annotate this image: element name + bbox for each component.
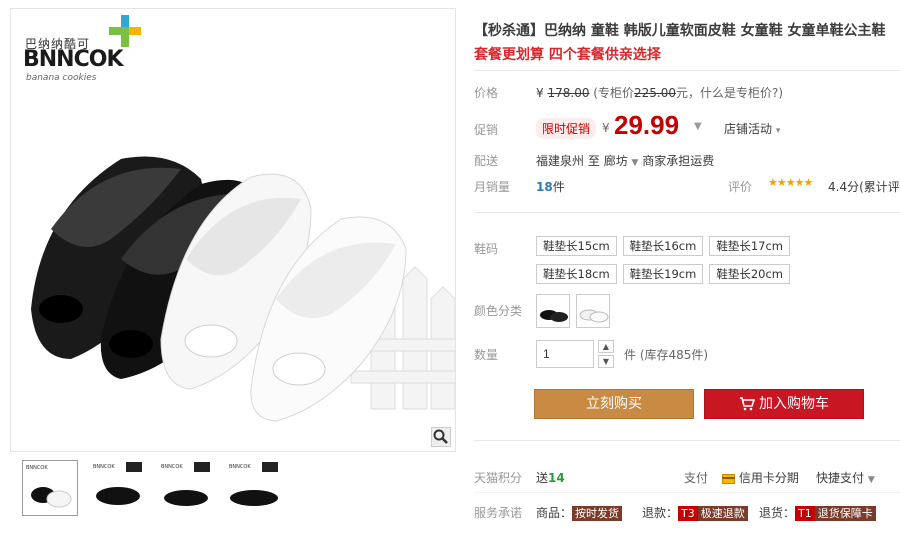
color-label: 颜色分类 [474, 304, 523, 318]
product-main-image[interactable]: 巴纳纳酷可 BNNCOK banana cookies [10, 8, 456, 452]
svg-text:BNNCOK: BNNCOK [93, 464, 115, 470]
color-option-white[interactable] [576, 294, 610, 328]
counter-price-prefix: (专柜价 [593, 86, 634, 100]
points-value: 送14 [536, 471, 565, 485]
review-label: 评价 [728, 180, 753, 194]
product-info-panel: 【秒杀通】巴纳纳 童鞋 韩版儿童软面皮鞋 女童鞋 女童单鞋公主鞋 套餐更划算 四… [474, 0, 900, 535]
divider [474, 212, 900, 213]
size-options: 鞋垫长15cm 鞋垫长16cm 鞋垫长17cm 鞋垫长18cm 鞋垫长19cm … [536, 236, 876, 284]
chevron-down-icon[interactable]: ▼ [632, 158, 639, 168]
zoom-icon[interactable] [431, 427, 451, 447]
buy-now-button[interactable]: 立刻购买 [534, 389, 694, 419]
thumbnail-strip: BNNCOK BNNCOK BNNCOK BNNCOK [22, 460, 282, 516]
divider [474, 70, 900, 71]
size-option[interactable]: 鞋垫长15cm [536, 236, 617, 256]
points-label: 天猫积分 [474, 471, 523, 485]
price-label: 价格 [474, 86, 499, 100]
color-options [536, 294, 610, 328]
counter-price-help[interactable]: 元，什么是专柜价 [676, 86, 772, 100]
thumbnail-3[interactable]: BNNCOK [158, 460, 214, 516]
size-option[interactable]: 鞋垫长19cm [622, 264, 704, 284]
chevron-down-icon: ▾ [775, 126, 781, 136]
currency-symbol: ¥ [602, 121, 610, 135]
promo-label: 促销 [474, 123, 499, 137]
current-price: 29.99 [614, 110, 680, 140]
divider [474, 492, 900, 493]
add-to-cart-button[interactable]: 加入购物车 [704, 389, 864, 419]
brand-logo-text: BNNCOK [23, 47, 123, 72]
brand-logo-icon [109, 15, 141, 47]
size-option[interactable]: 鞋垫长17cm [709, 236, 791, 256]
counter-price-value: 225.00 [633, 86, 676, 100]
chevron-down-icon[interactable]: ▼ [694, 121, 702, 132]
sales-label: 月销量 [474, 180, 511, 194]
original-price-value: 178.00 [547, 86, 590, 100]
ship-from: 福建泉州 [536, 154, 585, 168]
divider [474, 440, 900, 441]
thumbnail-4[interactable]: BNNCOK [226, 460, 282, 516]
svg-text:BNNCOK: BNNCOK [161, 464, 183, 470]
shipping-fee: 商家承担运费 [642, 154, 715, 168]
svg-text:BNNCOK: BNNCOK [26, 465, 48, 471]
monthly-sales: 18件 [536, 180, 565, 194]
payment-label: 支付 [684, 471, 709, 485]
product-subtitle: 套餐更划算 四个套餐供亲选择 [474, 47, 661, 63]
service-item-refund[interactable]: 退款： T3 极速退款 [642, 504, 748, 521]
shipping-info: 福建泉州 至 廊坊 ▼ 商家承担运费 [536, 154, 715, 168]
thumbnail-1[interactable]: BNNCOK [22, 460, 78, 516]
quantity-label: 数量 [474, 348, 499, 362]
rating-link[interactable]: 4.4分(累计评价 [828, 178, 900, 195]
credit-card-icon [722, 473, 735, 484]
original-price: ¥ 178.00 (专柜价225.00元，什么是专柜价?) [536, 86, 784, 100]
product-title: 【秒杀通】巴纳纳 童鞋 韩版儿童软面皮鞋 女童鞋 女童单鞋公主鞋 [474, 23, 886, 39]
chevron-down-icon: ▼ [867, 475, 875, 485]
shop-activity-dropdown[interactable]: 店铺活动 ▾ [724, 120, 780, 137]
quantity-increase-icon[interactable]: ▲ [598, 340, 614, 353]
service-item-return[interactable]: 退货： T1 退货保障卡 [759, 504, 876, 521]
quantity-input[interactable] [536, 340, 594, 368]
size-option[interactable]: 鞋垫长20cm [709, 264, 791, 284]
quick-pay-dropdown[interactable]: 快捷支付 ▼ [816, 469, 875, 486]
svg-text:BNNCOK: BNNCOK [229, 464, 251, 470]
service-label: 服务承诺 [474, 506, 523, 520]
thumbnail-2[interactable]: BNNCOK [90, 460, 146, 516]
credit-card-installment-link[interactable]: 信用卡分期 [722, 469, 799, 486]
brand-tagline: banana cookies [26, 73, 97, 83]
shipping-label: 配送 [474, 154, 499, 168]
size-option[interactable]: 鞋垫长18cm [536, 264, 617, 284]
service-item-shipping[interactable]: 商品： 按时发货 [536, 504, 623, 521]
color-option-black[interactable] [536, 294, 570, 328]
cart-icon [740, 397, 755, 411]
size-label: 鞋码 [474, 242, 499, 256]
promo-tag: 限时促销 [536, 118, 597, 139]
ship-to-dropdown[interactable]: 廊坊 [604, 154, 628, 168]
stock-info: 件 (库存485件) [624, 348, 709, 362]
quantity-decrease-icon[interactable]: ▼ [598, 355, 614, 368]
star-rating-icon: ★★★★★ [768, 176, 813, 189]
size-option[interactable]: 鞋垫长16cm [622, 236, 704, 256]
